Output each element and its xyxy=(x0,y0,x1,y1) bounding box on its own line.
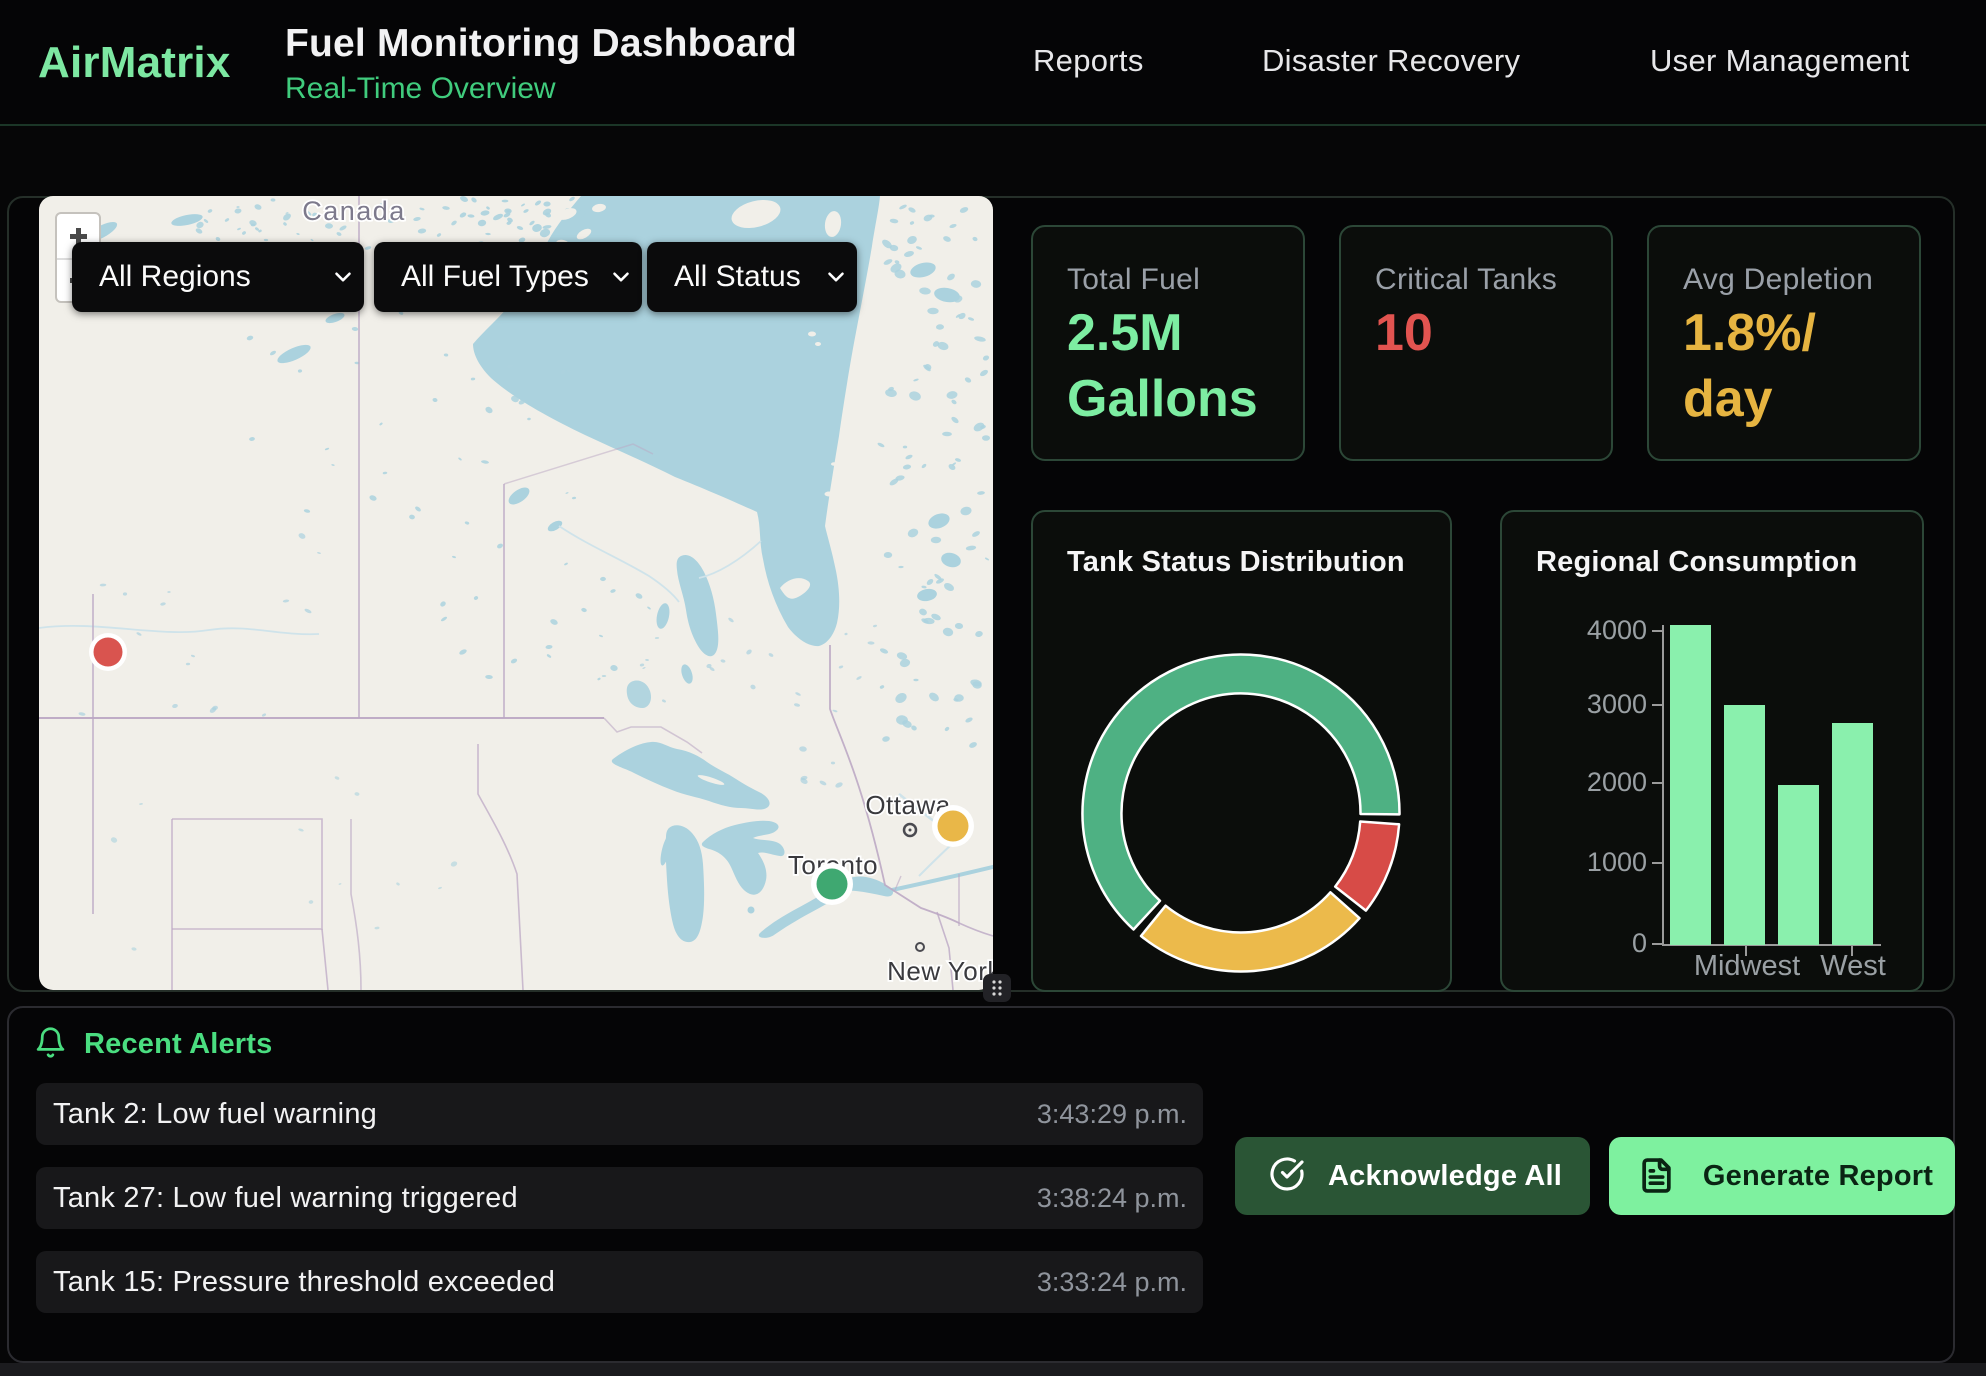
svg-text:New York: New York xyxy=(887,956,993,986)
svg-text:Canada: Canada xyxy=(302,196,406,226)
